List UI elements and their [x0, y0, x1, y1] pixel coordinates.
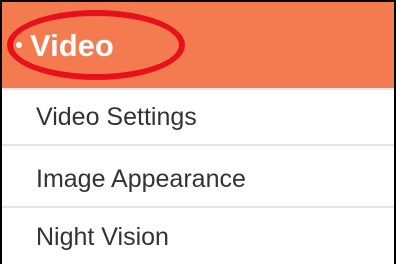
menu-item-label: Video Settings — [36, 103, 197, 131]
menu-item-night-vision[interactable]: Night Vision — [2, 210, 394, 264]
video-label: Video — [30, 28, 114, 63]
menu-item-video-settings[interactable]: Video Settings — [2, 90, 394, 146]
menu-header-label: Video — [16, 28, 114, 64]
video-menu-panel: Video Video Settings Image Appearance Ni… — [0, 0, 396, 264]
menu-item-video-active[interactable]: Video — [2, 2, 394, 90]
menu-item-label: Image Appearance — [36, 165, 246, 193]
menu-item-label: Night Vision — [36, 223, 169, 251]
menu-item-image-appearance[interactable]: Image Appearance — [2, 152, 394, 208]
bullet-icon — [16, 41, 22, 48]
